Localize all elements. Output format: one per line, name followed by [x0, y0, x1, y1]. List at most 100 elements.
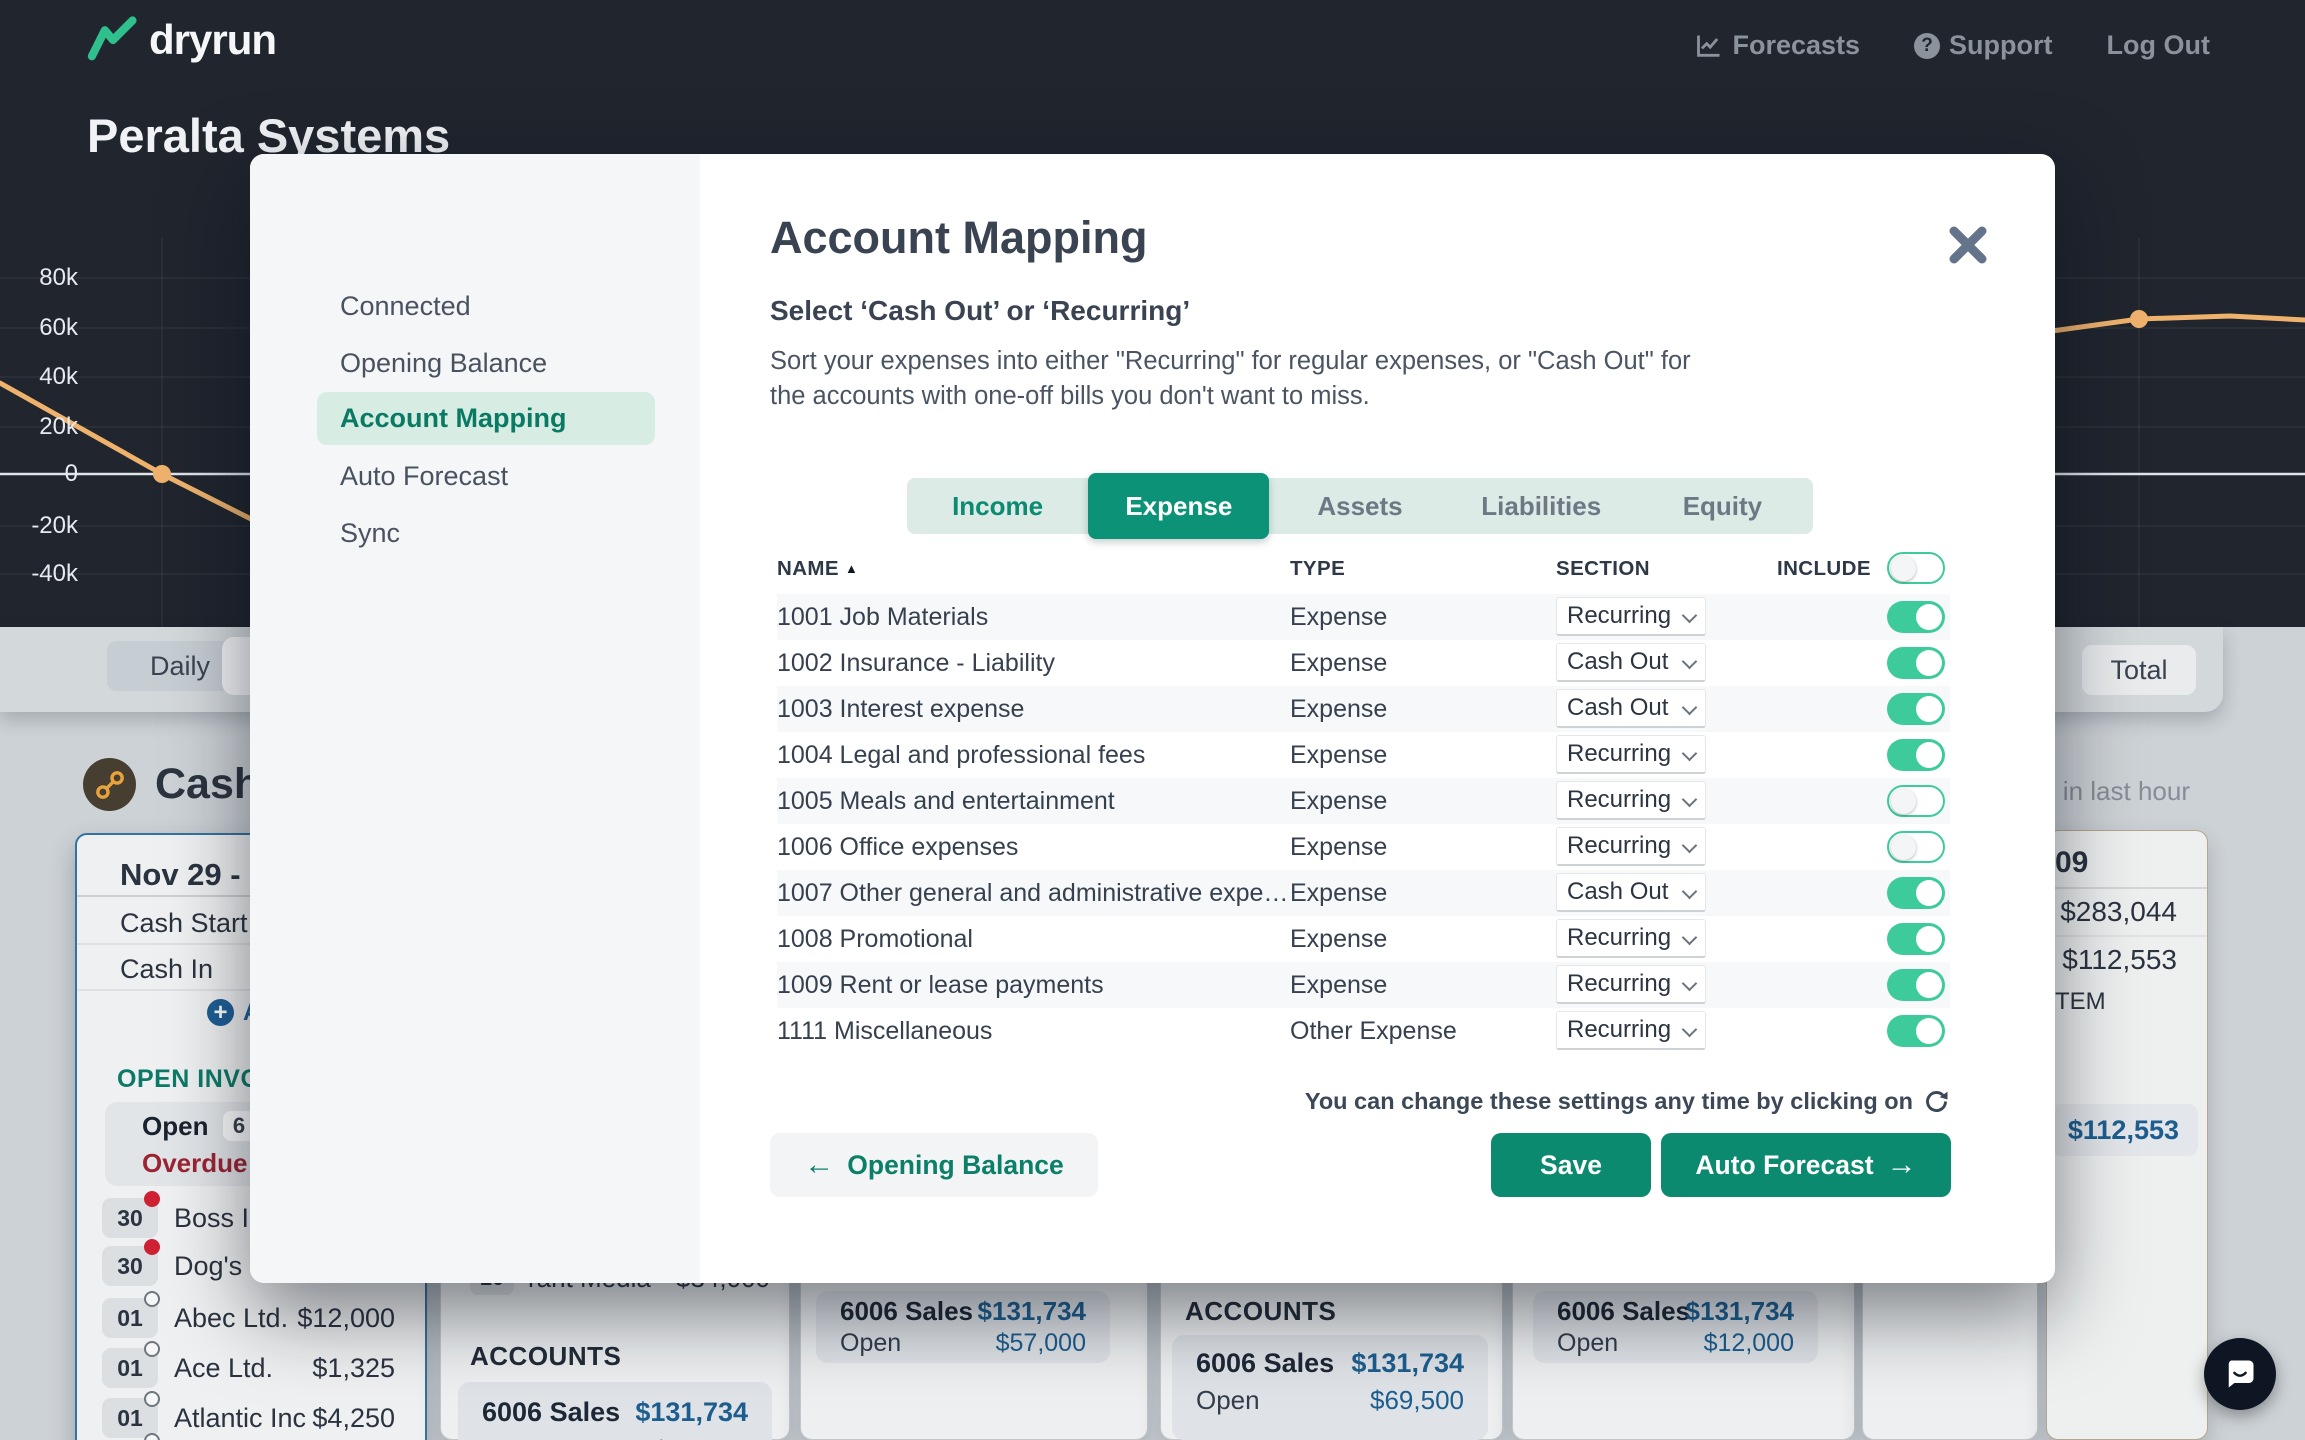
settings-note: You can change these settings any time b…	[777, 1084, 1950, 1118]
section-value: Cash Out	[1567, 874, 1668, 910]
section-select[interactable]: Recurring	[1556, 919, 1706, 958]
chevron-down-icon	[1682, 746, 1698, 762]
close-icon[interactable]	[1942, 219, 1994, 271]
sales-account-box[interactable]: 6006 Sales $131,734 Open $12,000	[1533, 1291, 1818, 1363]
y-axis-label: 60k	[8, 314, 78, 342]
accounts-heading: ACCOUNTS	[1185, 1293, 1336, 1329]
invoice-client-name: Ace Ltd.	[174, 1348, 273, 1388]
include-toggle[interactable]	[1887, 877, 1945, 909]
tab-equity[interactable]: Equity	[1632, 478, 1813, 534]
nav-logout[interactable]: Log Out	[2107, 30, 2210, 61]
chevron-down-icon	[1682, 976, 1698, 992]
total-button[interactable]: Total	[2082, 645, 2196, 695]
add-icon[interactable]: +	[207, 999, 234, 1026]
save-button[interactable]: Save	[1491, 1133, 1651, 1197]
data-point-right	[2130, 310, 2148, 328]
section-select[interactable]: Recurring	[1556, 827, 1706, 866]
y-axis-label: 0	[8, 460, 78, 488]
modal-sidebar: Connected Opening Balance Account Mapping A…	[250, 154, 700, 1283]
include-toggle[interactable]	[1887, 739, 1945, 771]
section-select[interactable]: Recurring	[1556, 1011, 1706, 1050]
chevron-down-icon	[1682, 838, 1698, 854]
section-value: Cash Out	[1567, 644, 1668, 680]
nav-forecasts[interactable]: Forecasts	[1695, 30, 1860, 61]
status-amount: $69,500	[1370, 1382, 1464, 1418]
section-select[interactable]: Recurring	[1556, 965, 1706, 1004]
include-toggle[interactable]	[1887, 1015, 1945, 1047]
sidebar-item-auto-forecast[interactable]: Auto Forecast	[340, 454, 508, 498]
account-name: 1004 Legal and professional fees	[777, 732, 1145, 778]
top-nav: Forecasts ? Support Log Out	[1695, 30, 2210, 61]
brand-logo[interactable]: dryrun	[87, 14, 276, 66]
account-status: Open	[840, 1327, 901, 1359]
sales-account-box[interactable]: 6006 Sales $131,734 Open $69,500	[1172, 1335, 1488, 1440]
invoice-row[interactable]: 01Atlantic Inc$4,250	[77, 1398, 425, 1440]
chat-launcher[interactable]	[2204, 1338, 2276, 1410]
invoice-amount: $4,250	[312, 1398, 395, 1438]
section-select[interactable]: Cash Out	[1556, 643, 1706, 682]
account-row: 1001 Job MaterialsExpenseRecurring	[777, 594, 1950, 640]
account-amount: $131,734	[978, 1295, 1086, 1327]
include-toggle[interactable]	[1887, 693, 1945, 725]
status-amount: $57,000	[996, 1327, 1086, 1359]
auto-forecast-button[interactable]: Auto Forecast →	[1661, 1133, 1951, 1197]
account-type: Expense	[1290, 824, 1387, 870]
sidebar-item-opening-balance[interactable]: Opening Balance	[340, 341, 547, 385]
section-select[interactable]: Cash Out	[1556, 689, 1706, 728]
account-name: 1005 Meals and entertainment	[777, 778, 1115, 824]
tab-liabilities[interactable]: Liabilities	[1451, 478, 1632, 534]
modal-title: Account Mapping	[770, 212, 1147, 264]
account-type: Expense	[1290, 640, 1387, 686]
account-type: Expense	[1290, 686, 1387, 732]
section-select[interactable]: Recurring	[1556, 781, 1706, 820]
chart-icon	[1695, 32, 1723, 60]
include-all-toggle[interactable]	[1887, 552, 1945, 584]
chevron-down-icon	[1682, 608, 1698, 624]
account-row: 1003 Interest expenseExpenseCash Out	[777, 686, 1950, 732]
section-select[interactable]: Recurring	[1556, 597, 1706, 636]
section-value: Recurring	[1567, 1012, 1671, 1048]
sidebar-item-account-mapping[interactable]: Account Mapping	[317, 392, 655, 445]
chevron-down-icon	[1682, 654, 1698, 670]
section-select[interactable]: Recurring	[1556, 735, 1706, 774]
include-toggle[interactable]	[1887, 785, 1945, 817]
include-toggle[interactable]	[1887, 923, 1945, 955]
tab-income[interactable]: Income	[907, 478, 1088, 534]
tab-expense[interactable]: Expense	[1088, 473, 1269, 539]
include-toggle[interactable]	[1887, 969, 1945, 1001]
nav-support[interactable]: ? Support	[1914, 30, 2052, 61]
account-name: 1008 Promotional	[777, 916, 973, 962]
cash-in-label: Cash In	[120, 945, 213, 993]
section-value: Recurring	[1567, 828, 1671, 864]
dryrun-bolt-icon	[87, 14, 139, 66]
sales-account-box[interactable]: 6006 Sales $131,734 Open $57,000	[816, 1291, 1110, 1363]
account-row: 1005 Meals and entertainment Expense Recur…	[777, 778, 1950, 824]
week-card-right: 09 $283,044 $112,553 TEM $112,553	[2046, 830, 2208, 1440]
section-value: Recurring	[1567, 598, 1671, 634]
highlight-value: $112,553	[2068, 1104, 2179, 1156]
name-column-header[interactable]: NAME▲	[777, 552, 858, 586]
tab-assets[interactable]: Assets	[1269, 478, 1450, 534]
invoice-row[interactable]: 01Ace Ltd.$1,325	[77, 1348, 425, 1392]
account-type: Expense	[1290, 870, 1387, 916]
account-type: Expense	[1290, 916, 1387, 962]
status-amount: $12,000	[1704, 1327, 1794, 1359]
auto-forecast-label: Auto Forecast	[1695, 1150, 1873, 1181]
include-toggle[interactable]	[1887, 647, 1945, 679]
include-toggle[interactable]	[1887, 831, 1945, 863]
category-tabs: IncomeExpenseAssetsLiabilitiesEquity	[907, 478, 1813, 534]
sidebar-item-sync[interactable]: Sync	[340, 511, 400, 555]
sales-account-box[interactable]: 6006 Sales $131,734 Open $67,275	[458, 1382, 772, 1440]
section-select[interactable]: Cash Out	[1556, 873, 1706, 912]
account-row: 1004 Legal and professional feesExpenseR…	[777, 732, 1950, 778]
forecast-line-right	[2052, 316, 2305, 331]
account-type: Expense	[1290, 778, 1387, 824]
sidebar-item-connected[interactable]: Connected	[340, 284, 471, 328]
include-toggle[interactable]	[1887, 601, 1945, 633]
account-row: 1009 Rent or lease paymentsExpenseRecurr…	[777, 962, 1950, 1008]
opening-balance-button[interactable]: ← Opening Balance	[770, 1133, 1098, 1197]
invoice-client-name: Abec Ltd.	[174, 1298, 288, 1338]
invoice-row[interactable]: 01Abec Ltd.$12,000	[77, 1298, 425, 1342]
account-amount: $131,734	[1351, 1345, 1464, 1381]
sort-asc-icon: ▲	[845, 561, 858, 576]
